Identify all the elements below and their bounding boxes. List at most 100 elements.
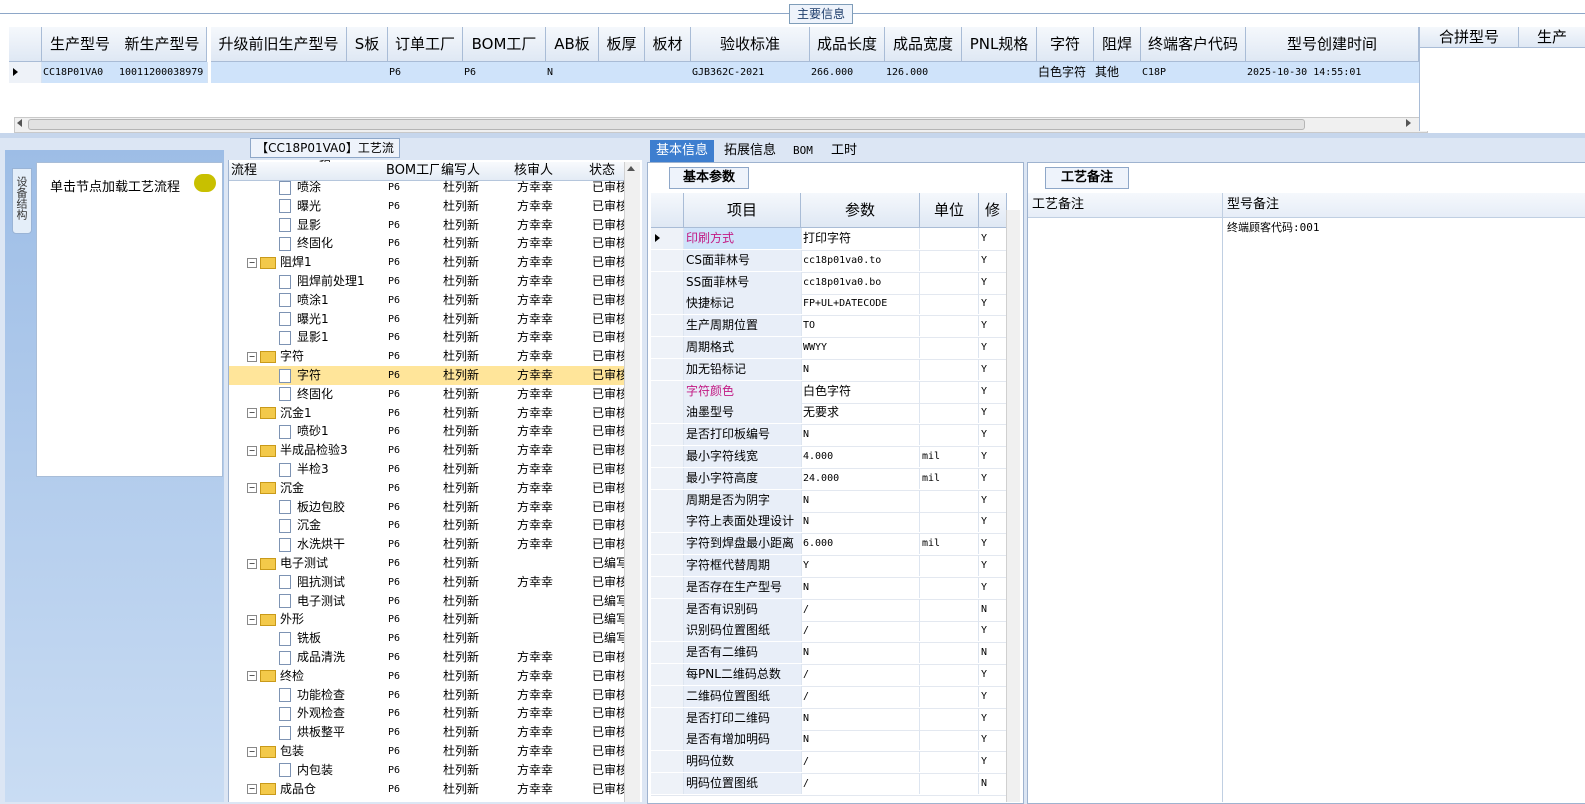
param-flag[interactable]: Y: [979, 576, 1007, 598]
row-selector[interactable]: [651, 729, 684, 751]
tree-node[interactable]: 显影1: [279, 328, 383, 347]
param-row[interactable]: 最小字符高度 24.000 mil Y: [651, 467, 1007, 491]
param-row[interactable]: 是否打印板编号 N Y: [651, 424, 1007, 448]
tab-4[interactable]: 工时: [825, 140, 863, 162]
tree-row[interactable]: 成品清洗 P6 杜列新 方幸幸 已审核: [229, 648, 625, 667]
tree-node[interactable]: 成品清洗: [279, 648, 383, 667]
param-flag[interactable]: Y: [979, 707, 1007, 729]
param-flag[interactable]: Y: [979, 489, 1007, 511]
top-cell-6[interactable]: P6: [463, 62, 547, 83]
top-header-4[interactable]: S板: [347, 27, 388, 62]
param-row[interactable]: 明码位数 / Y: [651, 751, 1007, 775]
param-row[interactable]: 印刷方式 打印字符 Y: [651, 228, 1007, 251]
param-value[interactable]: N: [801, 576, 920, 598]
param-value[interactable]: /: [801, 598, 920, 620]
tree-row[interactable]: 电子测试 P6 杜列新 已编写: [229, 592, 625, 611]
row-selector[interactable]: [651, 380, 684, 402]
scroll-up-arrow-icon[interactable]: [627, 166, 635, 171]
param-flag[interactable]: N: [979, 773, 1007, 794]
tree-row[interactable]: 喷砂1 P6 杜列新 方幸幸 已审核: [229, 422, 625, 441]
row-selector[interactable]: [651, 402, 684, 424]
tree-row[interactable]: 喷涂 P6 杜列新 方幸幸 已审核: [229, 178, 625, 197]
tree-row[interactable]: 显影1 P6 杜列新 方幸幸 已审核: [229, 328, 625, 347]
top-header-9[interactable]: 板材: [645, 27, 691, 62]
param-value[interactable]: cc18p01va0.to: [801, 249, 920, 271]
horizontal-scroll-thumb[interactable]: [28, 119, 1305, 130]
params-vertical-scrollbar[interactable]: [1006, 210, 1020, 802]
row-selector[interactable]: [651, 664, 684, 685]
row-selector[interactable]: [651, 642, 684, 664]
tree-node[interactable]: 字符: [279, 366, 383, 385]
param-row[interactable]: 字符颜色 白色字符 Y: [651, 380, 1007, 404]
header-process-note[interactable]: 工艺备注: [1028, 193, 1223, 218]
top-cell-15[interactable]: 其他: [1094, 62, 1142, 83]
top-header-1[interactable]: 生产型号: [42, 27, 119, 62]
param-flag[interactable]: Y: [979, 271, 1007, 293]
row-selector[interactable]: [651, 424, 684, 446]
tree-node[interactable]: − 沉金: [247, 479, 383, 498]
params-grid-corner[interactable]: [651, 193, 684, 228]
param-row[interactable]: 最小字符线宽 4.000 mil Y: [651, 446, 1007, 469]
param-value[interactable]: N: [801, 642, 920, 664]
scroll-right-arrow-icon[interactable]: [1406, 119, 1411, 127]
row-selector[interactable]: [651, 446, 684, 467]
param-value[interactable]: N: [801, 707, 920, 729]
tree-node[interactable]: 喷涂: [279, 178, 383, 197]
tree-node[interactable]: − 沉金1: [247, 404, 383, 423]
top-header-2[interactable]: 新生产型号: [118, 27, 207, 62]
top-header-15[interactable]: 阻焊: [1094, 27, 1141, 62]
tree-row[interactable]: 水洗烘干 P6 杜列新 方幸幸 已审核: [229, 535, 625, 554]
param-row[interactable]: CS面菲林号 cc18p01va0.to Y: [651, 249, 1007, 273]
param-flag[interactable]: Y: [979, 620, 1007, 642]
top-cell-9[interactable]: [645, 62, 692, 83]
top-cell-17[interactable]: 2025-10-30 14:55:01: [1246, 62, 1420, 83]
param-flag[interactable]: Y: [979, 402, 1007, 424]
param-value[interactable]: N: [801, 511, 920, 533]
param-row[interactable]: 周期是否为阴字 N Y: [651, 489, 1007, 513]
tree-row[interactable]: 沉金 P6 杜列新 方幸幸 已审核: [229, 516, 625, 535]
param-row[interactable]: 二维码位置图纸 / Y: [651, 685, 1007, 709]
top-header-17[interactable]: 型号创建时间: [1246, 27, 1419, 62]
row-selector[interactable]: [651, 533, 684, 555]
top-cell-4[interactable]: [347, 62, 389, 83]
tree-node[interactable]: 沉金: [279, 516, 383, 535]
collapse-icon[interactable]: −: [247, 351, 257, 362]
param-value[interactable]: N: [801, 358, 920, 380]
param-row[interactable]: 是否有识别码 / N: [651, 598, 1007, 622]
tree-row[interactable]: 曝光 P6 杜列新 方幸幸 已审核: [229, 197, 625, 216]
tree-node[interactable]: 外观检查: [279, 704, 383, 723]
tree-node[interactable]: 烘板整平: [279, 723, 383, 742]
collapse-icon[interactable]: −: [247, 558, 257, 569]
tab-process-notes[interactable]: 工艺备注: [1045, 167, 1129, 189]
param-row[interactable]: 加无铅标记 N Y: [651, 358, 1007, 382]
param-value[interactable]: cc18p01va0.bo: [801, 271, 920, 293]
param-row[interactable]: 油墨型号 无要求 Y: [651, 402, 1007, 426]
tree-row[interactable]: 外观检查 P6 杜列新 方幸幸 已审核: [229, 704, 625, 723]
tree-node[interactable]: − 半成品检验3: [247, 441, 383, 460]
top-cell-5[interactable]: P6: [388, 62, 464, 83]
top-cell-8[interactable]: [599, 62, 646, 83]
tree-node[interactable]: 阻抗测试: [279, 573, 383, 592]
tree-node[interactable]: 电子测试: [279, 592, 383, 611]
param-flag[interactable]: N: [979, 642, 1007, 664]
param-row[interactable]: 是否存在生产型号 N Y: [651, 576, 1007, 600]
param-row[interactable]: 周期格式 WWYY Y: [651, 337, 1007, 360]
tree-node[interactable]: 终固化: [279, 234, 383, 253]
tree-row[interactable]: − 外形 P6 杜列新 已编写: [229, 610, 625, 629]
param-value[interactable]: TO: [801, 315, 920, 337]
param-value[interactable]: 24.000: [801, 467, 920, 489]
tree-node[interactable]: 喷砂1: [279, 422, 383, 441]
param-row[interactable]: 快捷标记 FP+UL+DATECODE Y: [651, 293, 1007, 317]
tree-row[interactable]: − 成品仓 P6 杜列新 方幸幸 已审核: [229, 780, 625, 799]
collapse-icon[interactable]: −: [247, 483, 257, 494]
param-value[interactable]: 6.000: [801, 533, 920, 555]
tree-row[interactable]: 铣板 P6 杜列新 已编写: [229, 629, 625, 648]
param-flag[interactable]: Y: [979, 228, 1007, 249]
top-header-7[interactable]: AB板: [546, 27, 599, 62]
tree-row[interactable]: 阻焊前处理1 P6 杜列新 方幸幸 已审核: [229, 272, 625, 291]
tree-row[interactable]: 板边包胶 P6 杜列新 方幸幸 已审核: [229, 498, 625, 517]
tree-row[interactable]: − 包装 P6 杜列新 方幸幸 已审核: [229, 742, 625, 761]
tree-row[interactable]: − 沉金 P6 杜列新 方幸幸 已审核: [229, 479, 625, 498]
tree-row[interactable]: − 终检 P6 杜列新 方幸幸 已审核: [229, 667, 625, 686]
top-header-10[interactable]: 验收标准: [691, 27, 810, 62]
